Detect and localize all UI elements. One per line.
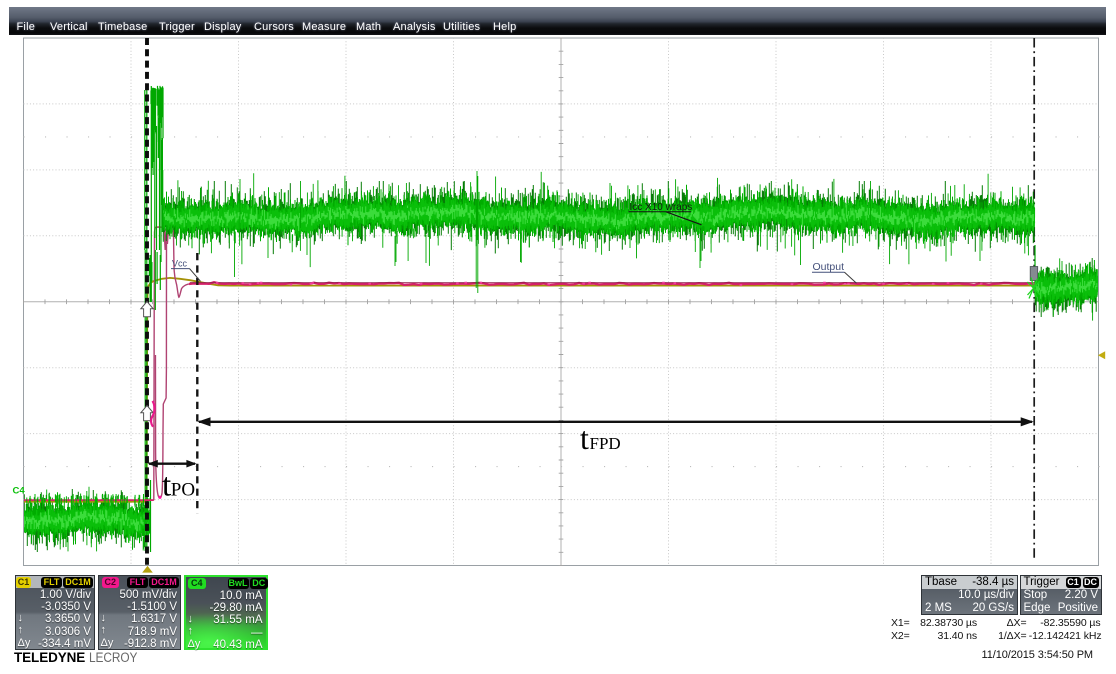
svg-text:Icc X10 wraps: Icc X10 wraps: [630, 202, 693, 213]
svg-text:Output: Output: [813, 261, 845, 273]
svg-text:Vcc: Vcc: [172, 258, 188, 268]
svg-text:FPD: FPD: [590, 434, 621, 453]
svg-text:t: t: [580, 420, 589, 456]
svg-text:C4: C4: [13, 486, 26, 497]
svg-text:PO: PO: [171, 479, 195, 500]
svg-text:t: t: [162, 467, 171, 503]
